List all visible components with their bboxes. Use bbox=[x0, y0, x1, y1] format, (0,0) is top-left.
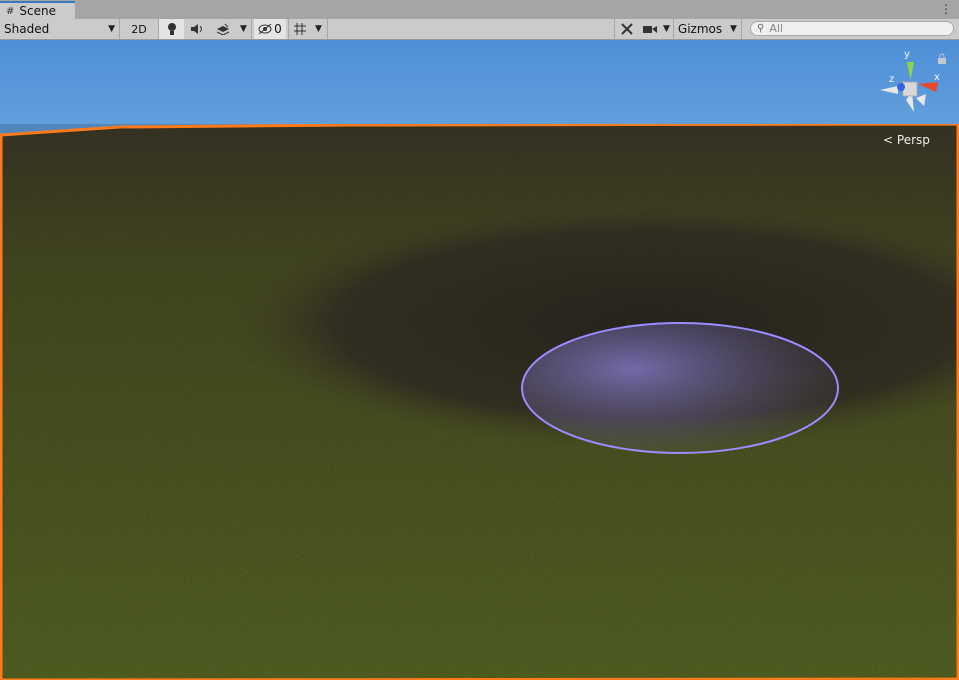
projection-label: Persp bbox=[896, 133, 930, 147]
axis-x-cone bbox=[918, 82, 938, 92]
chevron-down-icon: ▼ bbox=[663, 24, 670, 34]
chevron-down-icon: ▼ bbox=[108, 24, 115, 34]
gizmos-button[interactable]: Gizmos bbox=[676, 19, 724, 39]
chevron-down-icon: ▼ bbox=[240, 24, 247, 34]
scene-viewport[interactable]: y x z < Persp bbox=[0, 40, 959, 680]
axis-x-label: x bbox=[934, 72, 940, 83]
axis-z-label: z bbox=[889, 74, 894, 85]
effects-dropdown[interactable]: ▼ bbox=[236, 19, 252, 39]
persp-icon: < bbox=[883, 133, 894, 147]
tab-label: Scene bbox=[19, 4, 56, 18]
more-options-icon[interactable]: ⋮ bbox=[940, 2, 952, 16]
chevron-down-icon: ▼ bbox=[730, 24, 737, 34]
scene-visibility-toggle[interactable]: 0 bbox=[254, 19, 286, 39]
tools-icon bbox=[620, 23, 633, 35]
search-input[interactable]: ⚲ All bbox=[750, 21, 954, 36]
tab-bar: # Scene ⋮ bbox=[0, 0, 959, 19]
gizmo-center-cube bbox=[902, 81, 918, 97]
gizmos-label: Gizmos bbox=[677, 22, 723, 36]
camera-dropdown[interactable]: ▼ bbox=[660, 19, 674, 39]
camera-icon bbox=[643, 26, 657, 33]
grid-icon bbox=[293, 23, 306, 35]
speaker-icon bbox=[191, 24, 202, 34]
axis-y-cone bbox=[907, 62, 914, 80]
lock-icon[interactable] bbox=[937, 53, 947, 65]
axis-z-cone bbox=[897, 83, 905, 91]
grid-icon: # bbox=[6, 5, 15, 17]
axis-y-label: y bbox=[904, 49, 910, 60]
search-placeholder: All bbox=[769, 22, 783, 35]
grid-dropdown[interactable]: ▼ bbox=[310, 19, 328, 39]
draw-mode-label: Shaded bbox=[4, 22, 50, 36]
search-icon: ⚲ bbox=[757, 23, 765, 34]
terrain bbox=[0, 124, 959, 680]
tools-button[interactable] bbox=[614, 19, 638, 39]
projection-toggle[interactable]: < Persp bbox=[883, 133, 930, 147]
audio-toggle[interactable] bbox=[184, 19, 210, 39]
chevron-down-icon: ▼ bbox=[315, 24, 322, 34]
camera-button[interactable] bbox=[640, 19, 660, 39]
lightbulb-icon bbox=[167, 23, 176, 35]
hidden-eye-icon bbox=[258, 24, 272, 34]
tab-scene[interactable]: # Scene bbox=[0, 1, 75, 19]
scene-toolbar: Shaded ▼ 2D ▼ 0 ▼ ▼ Gizmos ▼ ⚲ All bbox=[0, 19, 959, 40]
toggle-2d-label: 2D bbox=[131, 22, 147, 36]
gizmos-dropdown[interactable]: ▼ bbox=[726, 19, 742, 39]
draw-mode-dropdown[interactable]: Shaded ▼ bbox=[0, 19, 120, 39]
lighting-toggle[interactable] bbox=[158, 19, 184, 39]
grid-toggle[interactable] bbox=[288, 19, 310, 39]
toggle-2d-button[interactable]: 2D bbox=[126, 19, 152, 39]
hidden-count: 0 bbox=[274, 22, 282, 36]
axis-neg-x-cone bbox=[880, 86, 898, 94]
effects-toggle[interactable] bbox=[210, 19, 236, 39]
layers-icon bbox=[216, 23, 230, 35]
